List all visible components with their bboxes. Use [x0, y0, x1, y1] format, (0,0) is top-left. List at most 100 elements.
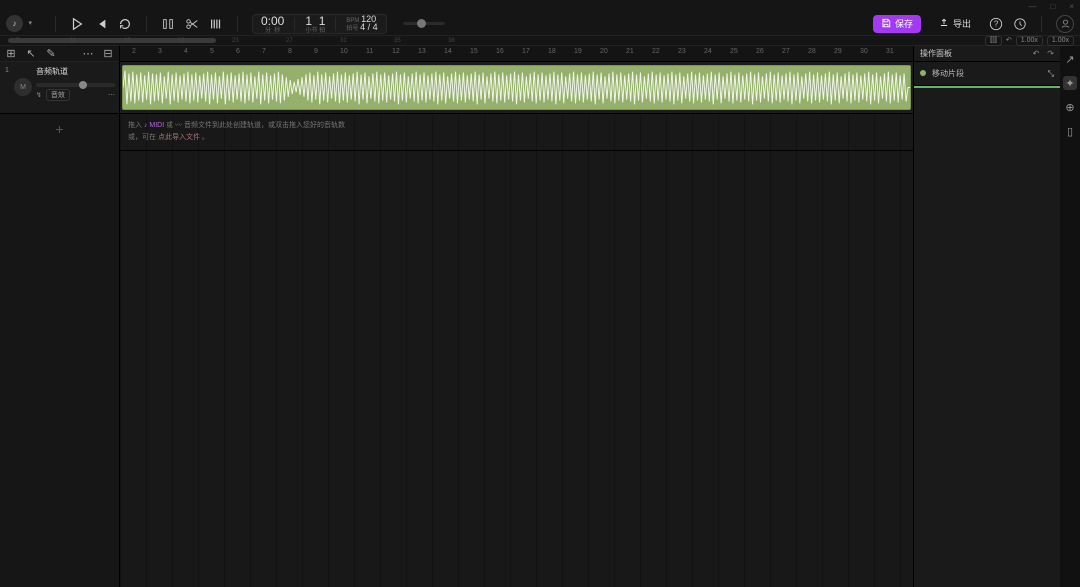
ruler-tick: 12 [392, 48, 400, 55]
undo-icon[interactable]: ↶ [1033, 49, 1040, 58]
rail-popout-icon[interactable]: ↗ [1063, 52, 1077, 66]
zoom-vertical[interactable]: 1.00x [1047, 36, 1074, 46]
ruler-tick: 31 [886, 48, 894, 55]
slider-knob-icon [417, 19, 426, 28]
dropzone-text: 或 [166, 122, 175, 129]
overview-tick: 15 [124, 38, 131, 44]
property-row[interactable]: 移动片段 ⤡ [914, 62, 1060, 86]
track-fx-label[interactable]: 音效 [46, 89, 70, 101]
arrangement-overview[interactable]: 7 11 15 19 23 27 31 35 38 ⫿⫿⫿ ↶ 1.00x 1.… [0, 36, 1080, 46]
divider [237, 16, 238, 32]
import-file-link[interactable]: 点此导入文件 [158, 134, 200, 141]
app-menu-button[interactable]: ♪ [6, 15, 23, 32]
window-maximize-button[interactable]: □ [1050, 2, 1055, 11]
audio-clip[interactable] [122, 65, 911, 110]
track-volume-slider[interactable] [36, 83, 115, 87]
transport-display[interactable]: 0:00 分 秒 1 1 小节 拍 BPM 120 拍号 4 / 4 [252, 14, 387, 34]
export-button[interactable]: 导出 [931, 15, 979, 33]
tool-collapse-icon[interactable]: ⊟ [103, 49, 113, 59]
ruler-tick: 16 [496, 48, 504, 55]
top-toolbar: ♪ 0:00 分 秒 [0, 12, 1080, 36]
master-volume-slider[interactable] [403, 22, 445, 25]
metronome-button[interactable] [161, 17, 175, 31]
tool-more-icon[interactable]: ⋯ [83, 49, 93, 59]
add-track-button[interactable]: + [0, 114, 119, 144]
time-readout: 0:00 [261, 14, 284, 28]
dropzone-text: 。 [202, 134, 209, 141]
rail-ai-icon[interactable]: ✦ [1063, 76, 1077, 90]
main-area: ⊞ ↖ ✎ ⋯ ⊟ 1 M 音频轨道 ↯ 音效 ⋯ [0, 46, 1080, 587]
rail-panel-icon[interactable]: ▯ [1063, 124, 1077, 138]
history-button[interactable] [1013, 17, 1027, 31]
ruler-tick: 7 [262, 48, 266, 55]
overview-tick: 38 [448, 38, 455, 44]
bars-button[interactable] [209, 17, 223, 31]
expand-icon[interactable]: ⤡ [1048, 69, 1054, 79]
ruler-tick: 21 [626, 48, 634, 55]
track-name-label[interactable]: 音频轨道 [36, 66, 115, 77]
tool-select-icon[interactable]: ⊞ [6, 49, 16, 59]
slider-knob-icon [79, 81, 87, 89]
track-tool-row: ⊞ ↖ ✎ ⋯ ⊟ [0, 46, 119, 62]
ruler-tick: 18 [548, 48, 556, 55]
ruler-tick: 8 [288, 48, 292, 55]
time-unit-sec: 秒 [274, 28, 280, 34]
track-lane[interactable] [120, 62, 913, 114]
wave-icon: 〰 [175, 122, 182, 129]
ruler-tick: 6 [236, 48, 240, 55]
rail-add-icon[interactable]: ⊕ [1063, 100, 1077, 114]
window-titlebar: — □ × [0, 0, 1080, 12]
overview-tick: 7 [16, 38, 19, 44]
window-minimize-button[interactable]: — [1028, 2, 1036, 11]
ruler-tick: 14 [444, 48, 452, 55]
redo-icon[interactable]: ↷ [1047, 49, 1054, 58]
undo-small-icon[interactable]: ↶ [1006, 36, 1012, 46]
tool-pencil-icon[interactable]: ✎ [46, 49, 56, 59]
timesig-value[interactable]: 4 / 4 [360, 22, 378, 32]
timeline-empty-area[interactable] [120, 151, 913, 587]
ruler-tick: 25 [730, 48, 738, 55]
dropzone-hint[interactable]: 拖入 ♪ MIDI 或 〰 音频文件到此处创建轨道，或双击拖入您好的音轨数 或，… [120, 114, 913, 151]
bar-readout: 1 [305, 14, 312, 28]
ruler-tick: 23 [678, 48, 686, 55]
ruler-tick: 4 [184, 48, 188, 55]
ruler-tick: 19 [574, 48, 582, 55]
timeline-ruler[interactable]: 2 3 4 5 6 7 8 9 10 11 12 13 14 15 16 17 … [120, 46, 913, 62]
ruler-tick: 9 [314, 48, 318, 55]
ruler-tick: 22 [652, 48, 660, 55]
zoom-horizontal[interactable]: 1.00x [1016, 36, 1043, 46]
user-avatar-button[interactable] [1056, 15, 1074, 33]
minimap-icon[interactable]: ⫿⫿⫿ [985, 36, 1002, 46]
tool-pointer-icon[interactable]: ↖ [26, 49, 36, 59]
window-close-button[interactable]: × [1069, 2, 1074, 11]
timeline-panel: 2 3 4 5 6 7 8 9 10 11 12 13 14 15 16 17 … [120, 46, 914, 587]
scissors-button[interactable] [185, 17, 199, 31]
loop-button[interactable] [118, 17, 132, 31]
save-button[interactable]: 保存 [873, 15, 921, 33]
play-button[interactable] [70, 17, 84, 31]
timesig-label: 拍号 [346, 26, 358, 32]
ruler-tick: 3 [158, 48, 162, 55]
overview-tick: 31 [340, 38, 347, 44]
midi-icon: ♪ MIDI [144, 122, 164, 129]
track-more-icon[interactable]: ⋯ [108, 91, 115, 99]
export-button-label: 导出 [953, 17, 971, 30]
beat-readout: 1 [319, 14, 326, 28]
ruler-tick: 28 [808, 48, 816, 55]
properties-panel: 操作面板 ↶ ↷ 移动片段 ⤡ [914, 46, 1060, 587]
overview-tick: 19 [178, 38, 185, 44]
ruler-tick: 27 [782, 48, 790, 55]
save-button-label: 保存 [895, 17, 913, 30]
ruler-tick: 30 [860, 48, 868, 55]
track-monitor-button[interactable]: M [14, 78, 32, 96]
divider [294, 17, 295, 31]
track-header[interactable]: 1 M 音频轨道 ↯ 音效 ⋯ [0, 62, 119, 114]
overview-tick: 27 [286, 38, 293, 44]
ruler-tick: 11 [366, 48, 373, 55]
skip-start-button[interactable] [94, 17, 108, 31]
svg-text:?: ? [994, 19, 999, 28]
help-button[interactable]: ? [989, 17, 1003, 31]
floppy-icon [881, 18, 891, 30]
track-fx-icon[interactable]: ↯ [36, 91, 42, 99]
ruler-tick: 2 [132, 48, 136, 55]
